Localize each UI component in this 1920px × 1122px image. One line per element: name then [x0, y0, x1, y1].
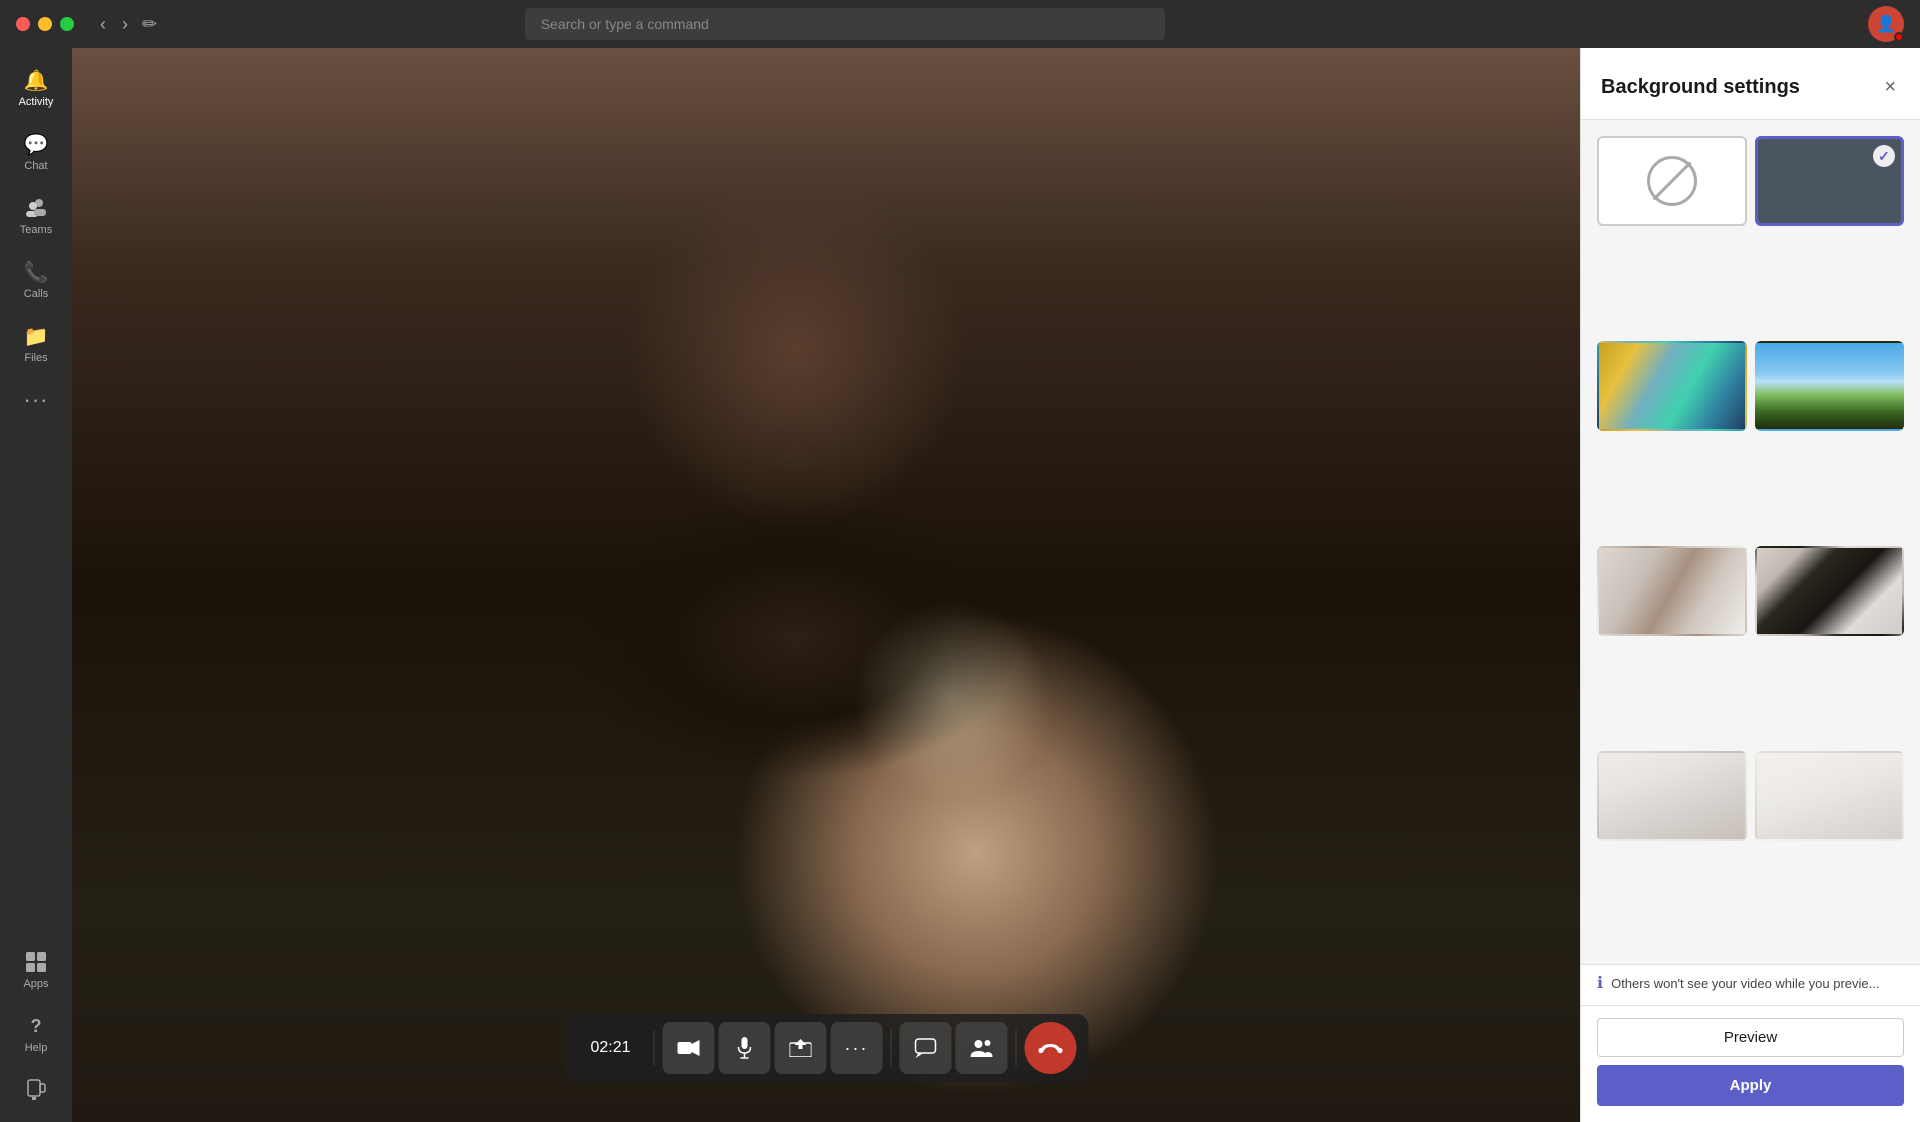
sidebar-item-calls[interactable]: 📞 Calls [4, 250, 68, 310]
close-panel-button[interactable]: × [1880, 72, 1900, 103]
panel-title: Background settings [1601, 76, 1800, 99]
sidebar-item-chat[interactable]: 💬 Chat [4, 122, 68, 182]
sidebar-item-label: Files [24, 352, 47, 364]
window-controls [16, 17, 74, 31]
back-button[interactable]: ‹ [94, 12, 112, 37]
panel-header: Background settings × [1581, 48, 1920, 120]
sidebar-item-device[interactable] [4, 1068, 68, 1112]
device-icon [24, 1078, 48, 1102]
more-options-button[interactable]: ··· [831, 1022, 883, 1074]
sidebar-item-apps[interactable]: Apps [4, 940, 68, 1000]
no-background-symbol [1647, 156, 1697, 206]
search-input[interactable] [525, 8, 1165, 40]
sidebar-item-files[interactable]: 📁 Files [4, 314, 68, 374]
help-icon: ? [24, 1014, 48, 1038]
divider3 [1016, 1030, 1017, 1066]
apps-icon [24, 950, 48, 974]
main-content: 🔔 Activity 💬 Chat Teams 📞 Calls 📁 [0, 48, 1920, 1122]
video-feed [72, 48, 1580, 1122]
info-icon: ℹ [1597, 973, 1603, 993]
sidebar: 🔔 Activity 💬 Chat Teams 📞 Calls 📁 [0, 48, 72, 1122]
nav-arrows: ‹ › [94, 12, 134, 37]
people-button[interactable] [956, 1022, 1008, 1074]
info-text: Others won't see your video while you pr… [1611, 976, 1879, 991]
background-dark[interactable]: ✓ [1755, 136, 1905, 226]
mic-button[interactable] [719, 1022, 771, 1074]
minimize-window-button[interactable] [38, 17, 52, 31]
sidebar-item-help[interactable]: ? Help [4, 1004, 68, 1064]
background-sky[interactable] [1755, 341, 1905, 431]
glow-effect [852, 600, 1052, 800]
share-screen-button[interactable] [775, 1022, 827, 1074]
selected-check: ✓ [1873, 145, 1895, 167]
files-icon: 📁 [24, 324, 48, 348]
preview-button[interactable]: Preview [1597, 1018, 1904, 1057]
sidebar-item-label: Activity [19, 96, 54, 108]
background-modern[interactable] [1597, 546, 1747, 636]
sidebar-item-teams[interactable]: Teams [4, 186, 68, 246]
call-timer: 02:21 [576, 1039, 646, 1057]
sidebar-item-label: Chat [24, 160, 47, 172]
sidebar-item-activity[interactable]: 🔔 Activity [4, 58, 68, 118]
video-area: 02:21 [72, 48, 1580, 1122]
background-grid: ✓ [1581, 120, 1920, 964]
apply-button[interactable]: Apply [1597, 1065, 1904, 1106]
background-minimalist2[interactable] [1755, 751, 1905, 841]
background-settings-panel: Background settings × ✓ [1580, 48, 1920, 1122]
sidebar-item-label: Help [25, 1042, 48, 1054]
title-bar: ‹ › ✏ 👤 [0, 0, 1920, 48]
activity-icon: 🔔 [24, 68, 48, 92]
sidebar-item-label: Teams [20, 224, 52, 236]
call-controls: 02:21 [564, 1014, 1089, 1082]
chat-icon: 💬 [24, 132, 48, 156]
close-window-button[interactable] [16, 17, 30, 31]
chat-button[interactable] [900, 1022, 952, 1074]
maximize-window-button[interactable] [60, 17, 74, 31]
search-bar [525, 8, 1165, 40]
background-minimalist1[interactable] [1597, 751, 1747, 841]
background-none[interactable] [1597, 136, 1747, 226]
avatar-badge [1894, 32, 1904, 42]
sidebar-item-label: Calls [24, 288, 48, 300]
sidebar-item-more[interactable]: ··· [4, 378, 68, 422]
teams-icon [24, 196, 48, 220]
avatar[interactable]: 👤 [1868, 6, 1904, 42]
info-bar: ℹ Others won't see your video while you … [1581, 964, 1920, 1005]
divider2 [891, 1030, 892, 1066]
person-silhouette [72, 48, 1580, 1122]
background-office[interactable] [1597, 341, 1747, 431]
camera-button[interactable] [663, 1022, 715, 1074]
calls-icon: 📞 [24, 260, 48, 284]
compose-button[interactable]: ✏ [142, 14, 157, 35]
more-icon: ··· [24, 388, 48, 412]
panel-actions: Preview Apply [1581, 1005, 1920, 1122]
forward-button[interactable]: › [116, 12, 134, 37]
sidebar-item-label: Apps [23, 978, 48, 990]
background-art[interactable] [1755, 546, 1905, 636]
end-call-button[interactable] [1025, 1022, 1077, 1074]
divider [654, 1030, 655, 1066]
